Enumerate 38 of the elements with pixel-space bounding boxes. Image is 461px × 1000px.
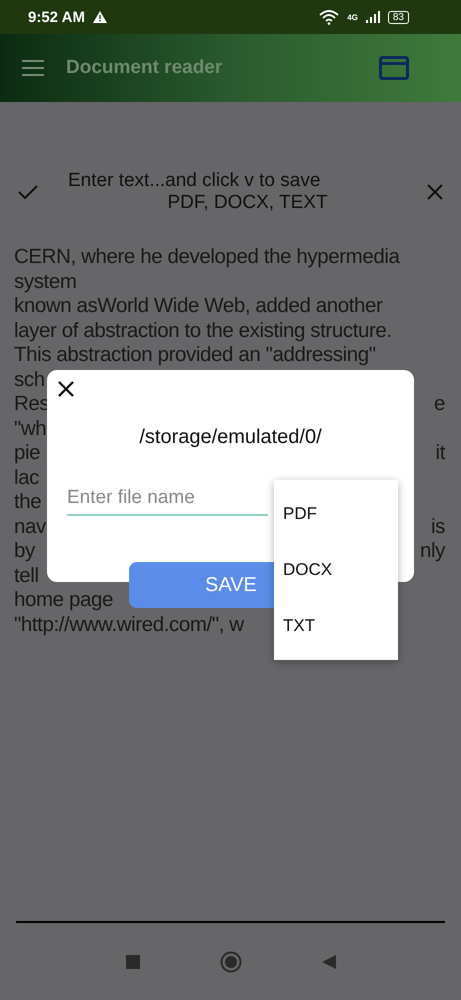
document-text: is <box>430 514 445 539</box>
card-icon[interactable] <box>379 56 409 80</box>
document-text: system <box>14 270 77 294</box>
document-text: layer of abstraction to the existing structure. <box>14 318 392 343</box>
network-label: 4G <box>347 12 358 22</box>
document-text: nly <box>420 539 445 564</box>
document-text: home page <box>14 588 113 612</box>
warning-icon <box>92 11 107 23</box>
app-title: Document reader <box>66 57 222 79</box>
format-option[interactable]: PDF <box>274 486 398 542</box>
back-icon[interactable] <box>322 954 336 968</box>
wifi-icon <box>319 9 340 25</box>
document-text: e <box>434 392 445 416</box>
document-text: the <box>14 490 42 514</box>
document-text: nav <box>14 514 46 539</box>
document-text: lac <box>14 466 40 490</box>
close-icon[interactable] <box>58 381 74 397</box>
document-text: "wh <box>14 416 46 441</box>
menu-icon[interactable] <box>22 60 44 76</box>
home-icon[interactable] <box>220 950 242 972</box>
document-text: it <box>436 441 445 466</box>
document-text: pie <box>14 441 40 466</box>
check-icon[interactable] <box>18 184 38 200</box>
document-text: This abstraction provided an "addressing" <box>14 343 376 368</box>
signal-icon <box>366 11 380 23</box>
document-text: known asWorld Wide Web, added another <box>14 294 382 318</box>
document-text: tell <box>14 564 39 588</box>
document-text: CERN, where he developed the hypermedia <box>14 245 400 270</box>
battery-indicator: 83 <box>388 10 409 24</box>
folder-path: /storage/emulated/0/ <box>138 426 323 449</box>
clock: 9:52 AM <box>28 8 85 26</box>
instruction-text: Enter text...and click v to save <box>67 170 322 192</box>
document-text: by <box>14 539 35 564</box>
document-text: sch <box>14 368 45 392</box>
recent-apps-icon[interactable] <box>126 954 140 968</box>
document-text: "http://www.wired.com/", w <box>14 612 244 637</box>
file-name-field[interactable]: Enter file name <box>67 482 268 516</box>
instruction-text: PDF, DOCX, TEXT <box>166 192 328 214</box>
